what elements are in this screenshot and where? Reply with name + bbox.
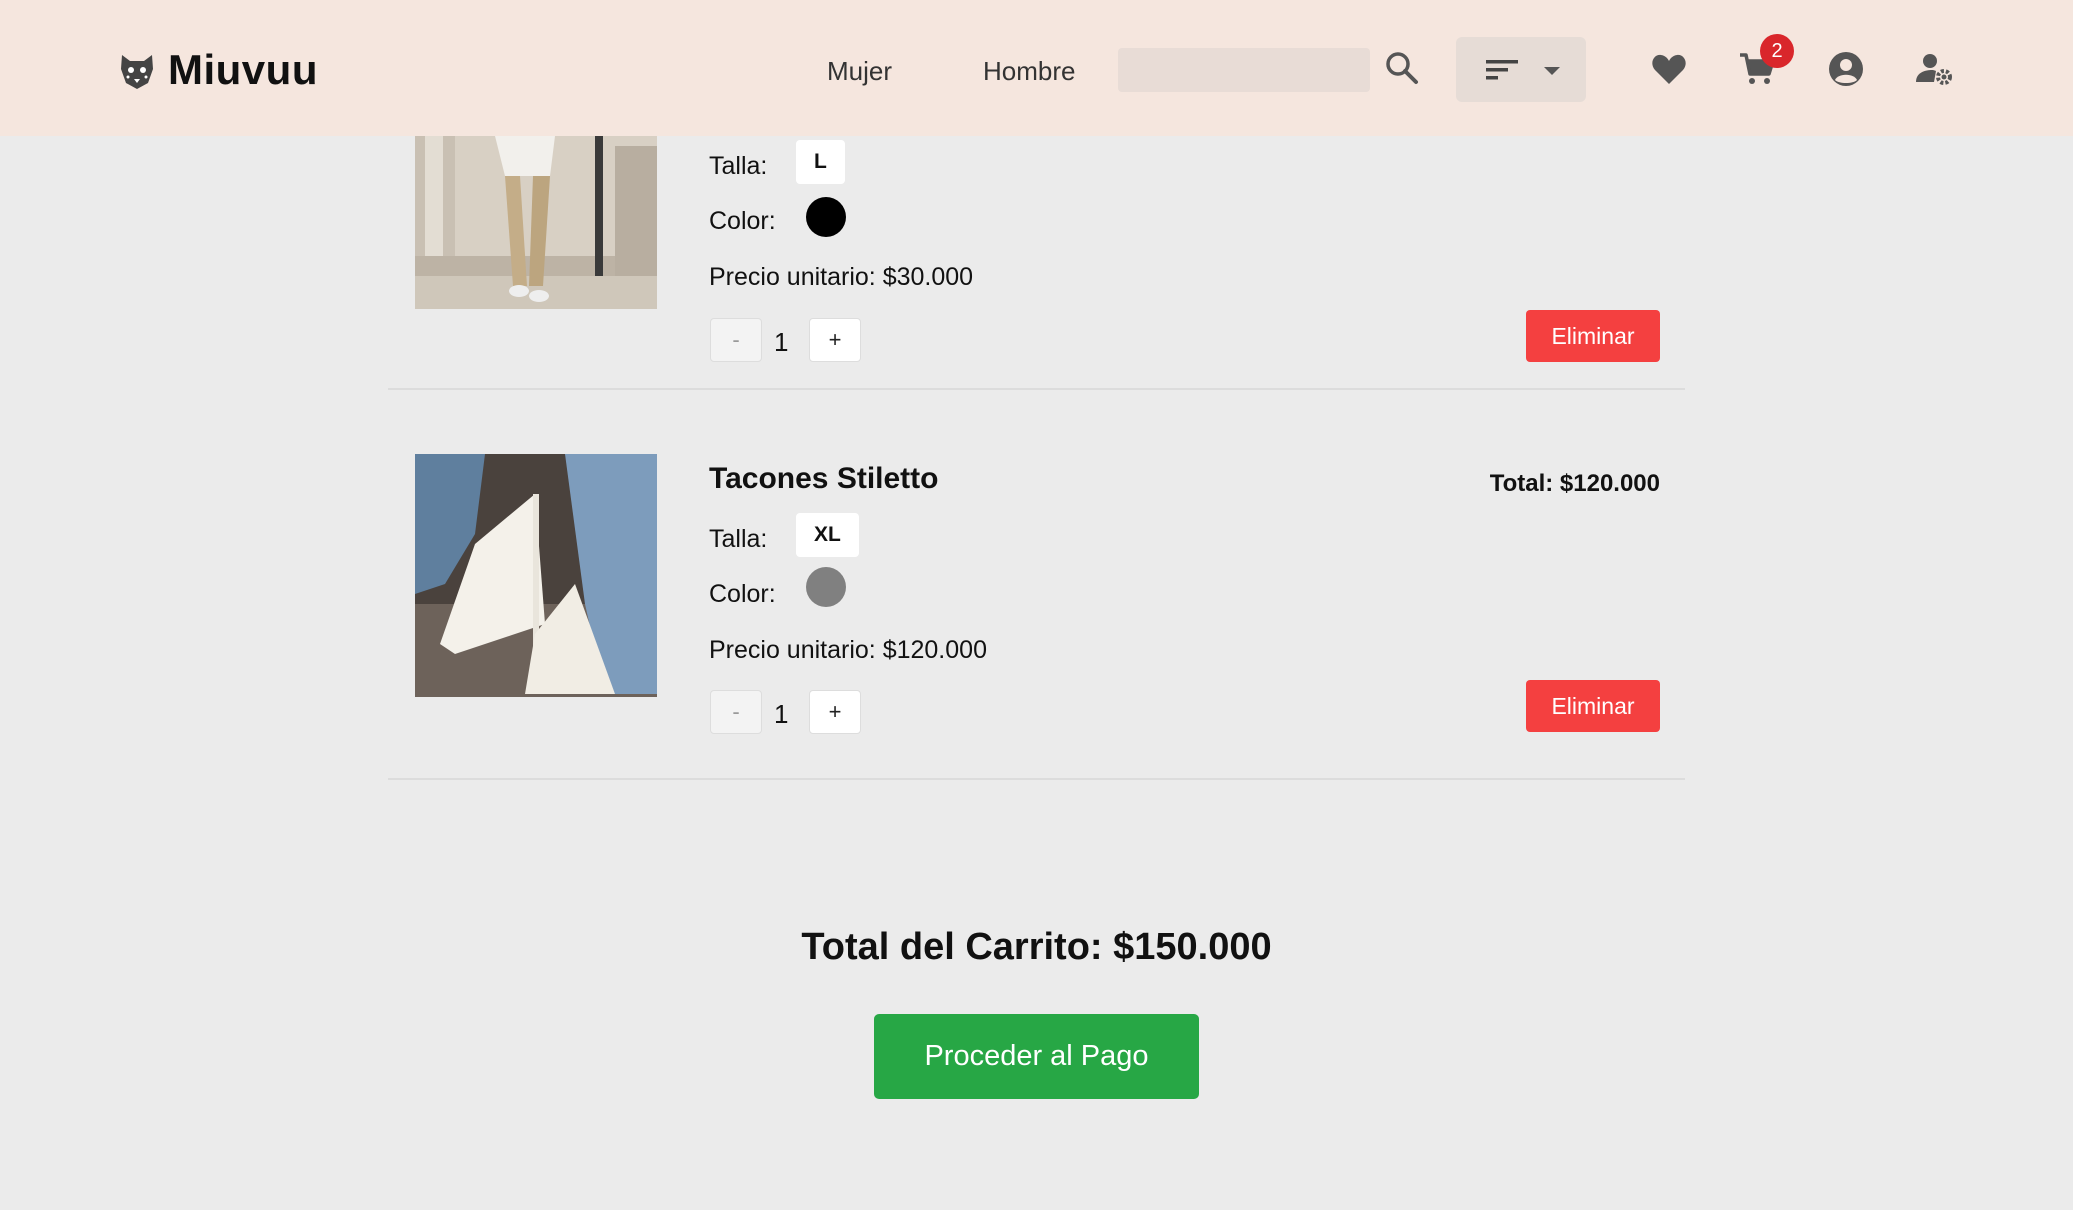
heart-icon[interactable] <box>1650 50 1688 88</box>
quantity-value: 1 <box>774 327 789 357</box>
nav-link-hombre[interactable]: Hombre <box>983 56 1075 87</box>
cart-count-badge: 2 <box>1760 34 1794 68</box>
item-total: Total: $120.000 <box>1489 470 1660 497</box>
search-input[interactable] <box>1118 48 1370 92</box>
cart-total: Total del Carrito: $150.000 <box>801 926 1272 968</box>
size-label: Talla: <box>709 525 768 553</box>
decrease-quantity-button[interactable]: - <box>710 318 762 362</box>
top-navbar: Miuvuu Mujer Hombre 2 <box>0 0 2073 136</box>
brand-name: Miuvuu <box>168 46 318 93</box>
search-icon[interactable] <box>1384 50 1420 86</box>
checkout-button[interactable]: Proceder al Pago <box>874 1014 1199 1099</box>
decrease-quantity-button[interactable]: - <box>710 690 762 734</box>
color-swatch <box>806 197 846 237</box>
cart-item: Tacones Stiletto Total: $120.000 Talla: … <box>388 390 1685 780</box>
sort-dropdown[interactable] <box>1456 37 1586 102</box>
product-name: Tacones Stiletto <box>709 462 939 495</box>
brand-logo[interactable]: Miuvuu <box>116 46 318 94</box>
size-label: Talla: <box>709 152 768 180</box>
color-swatch <box>806 567 846 607</box>
sort-icon <box>1486 60 1518 80</box>
color-label: Color: <box>709 580 776 608</box>
nav-link-mujer[interactable]: Mujer <box>827 56 892 87</box>
size-chip: L <box>796 140 845 184</box>
delete-item-button[interactable]: Eliminar <box>1526 310 1660 362</box>
user-icon[interactable] <box>1827 50 1865 88</box>
delete-item-button[interactable]: Eliminar <box>1526 680 1660 732</box>
unit-price: Precio unitario: $30.000 <box>709 263 974 291</box>
unit-price: Precio unitario: $120.000 <box>709 636 987 664</box>
color-label: Color: <box>709 207 776 235</box>
increase-quantity-button[interactable]: + <box>809 690 861 734</box>
leopard-logo-icon <box>121 55 153 89</box>
product-image-pants <box>415 136 657 309</box>
quantity-value: 1 <box>774 699 789 729</box>
chevron-down-icon <box>1544 67 1560 75</box>
product-image-stiletto <box>415 454 657 697</box>
size-chip: XL <box>796 513 859 557</box>
user-settings-icon[interactable] <box>1916 50 1954 88</box>
increase-quantity-button[interactable]: + <box>809 318 861 362</box>
